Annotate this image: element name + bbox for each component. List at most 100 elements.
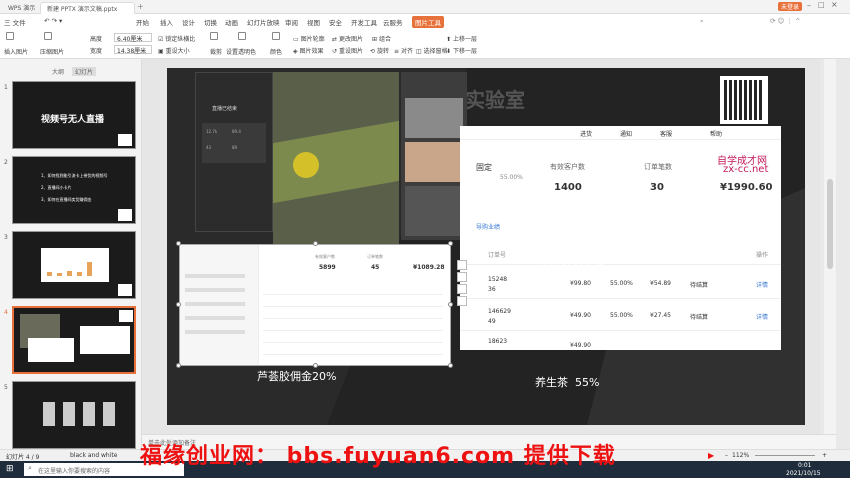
clock-time: 0:01 bbox=[798, 462, 812, 469]
slide-counter: 幻灯片 4 / 9 bbox=[6, 454, 40, 461]
pic-effect-button[interactable]: ◈ 图片效果 bbox=[293, 46, 324, 55]
tab-document[interactable]: 新建 PPTX 演示文稿.pptx bbox=[40, 2, 135, 14]
height-input[interactable]: 6.40厘米 bbox=[114, 33, 152, 43]
slide-number: 4 bbox=[4, 309, 8, 316]
compress-icon bbox=[44, 32, 52, 40]
cell-detail-link[interactable]: 详情 bbox=[756, 312, 768, 321]
slide-line: 1、如何找到能引流卡上带货的视频号 bbox=[41, 173, 108, 178]
phone-image bbox=[83, 402, 95, 426]
send-down-button[interactable]: ⬇ 下移一层 bbox=[446, 46, 477, 55]
search-icon[interactable]: ⌕ bbox=[700, 17, 704, 26]
crop-button[interactable] bbox=[210, 32, 218, 40]
menu-security[interactable]: 安全 bbox=[329, 17, 342, 27]
menu-developer[interactable]: 开发工具 bbox=[351, 17, 377, 27]
align-label: 对齐 bbox=[400, 48, 413, 55]
menu-animation[interactable]: 动画 bbox=[225, 17, 238, 27]
tab-slides[interactable]: 幻灯片 bbox=[72, 67, 97, 76]
tab-outline[interactable]: 大纲 bbox=[52, 67, 64, 76]
resize-handle[interactable] bbox=[176, 302, 181, 307]
menu-view[interactable]: 视图 bbox=[307, 17, 320, 27]
file-menu[interactable]: 三 文件 bbox=[4, 17, 26, 27]
menu-insert[interactable]: 插入 bbox=[160, 17, 173, 27]
menu-review[interactable]: 审阅 bbox=[285, 17, 298, 27]
minimize-icon[interactable]: – bbox=[807, 1, 811, 10]
sync-icon[interactable]: ⟳ ☺ ⋮ ^ bbox=[770, 17, 800, 25]
resize-handle[interactable] bbox=[313, 241, 318, 246]
undo-icon[interactable]: ↶ ↷ ▾ bbox=[44, 17, 62, 25]
slide-thumbnail-4[interactable] bbox=[12, 306, 136, 374]
cell-detail-link[interactable]: 详情 bbox=[756, 280, 768, 289]
menu-cloud[interactable]: 云服务 bbox=[383, 17, 403, 27]
tool-purchase[interactable]: 进货 bbox=[580, 129, 592, 138]
stat-label-customers: 有效客户数 bbox=[550, 163, 585, 171]
zoom-out-icon[interactable]: – bbox=[725, 452, 728, 459]
stat-value-customers: 1400 bbox=[554, 182, 582, 193]
color-button[interactable] bbox=[272, 32, 280, 40]
menu-home[interactable]: 开始 bbox=[136, 17, 149, 27]
slide-line: 3、如何在直播间卖货赚佣金 bbox=[41, 197, 92, 202]
slide-thumbnail-5[interactable] bbox=[12, 381, 136, 449]
bring-up-button[interactable]: ⬆ 上移一层 bbox=[446, 34, 477, 43]
scroll-thumb[interactable] bbox=[827, 179, 833, 269]
zoom-slider[interactable] bbox=[755, 455, 815, 456]
change-pic-label: 更改图片 bbox=[338, 36, 363, 43]
login-badge[interactable]: 未登录 bbox=[778, 2, 803, 11]
slide-thumbnail-3[interactable] bbox=[12, 231, 136, 299]
transparent-button[interactable] bbox=[238, 32, 246, 40]
float-toolbar bbox=[457, 260, 467, 306]
reset-pic-button[interactable]: ↺ 重设图片 bbox=[332, 46, 363, 55]
width-input[interactable]: 14.38厘米 bbox=[114, 45, 152, 55]
pic-outline-button[interactable]: ▭ 图片轮廓 bbox=[293, 34, 325, 43]
filter-label[interactable]: 导购业绩 bbox=[476, 222, 500, 231]
rotate-button[interactable]: ⟲ 旋转 bbox=[370, 46, 389, 55]
screenshot-image bbox=[80, 326, 130, 354]
select-pane-button[interactable]: ◫ 选择窗格 bbox=[416, 46, 448, 55]
menu-slideshow[interactable]: 幻灯片放映 bbox=[247, 17, 280, 27]
qr-code bbox=[720, 76, 768, 124]
stat-value: 12.7k bbox=[206, 129, 218, 134]
layout-icon[interactable] bbox=[457, 260, 467, 270]
windows-start-icon[interactable]: ⊞ bbox=[6, 464, 14, 474]
crop-icon[interactable] bbox=[457, 272, 467, 282]
zoom-icon[interactable] bbox=[457, 296, 467, 306]
tool-service[interactable]: 客服 bbox=[660, 129, 672, 138]
maximize-icon[interactable]: □ bbox=[818, 1, 825, 9]
zoom-level[interactable]: 112% bbox=[732, 452, 749, 459]
group-button[interactable]: ⊞ 组合 bbox=[372, 34, 391, 43]
slide-number: 3 bbox=[4, 234, 8, 241]
tool-help[interactable]: 帮助 bbox=[710, 129, 722, 138]
slide-thumbnail-2[interactable]: 1、如何找到能引流卡上带货的视频号 2、直播间小卡片 3、如何在直播间卖货赚佣金 bbox=[12, 156, 136, 224]
lock-ratio-label: 锁定纵横比 bbox=[165, 36, 196, 43]
menu-transition[interactable]: 切换 bbox=[204, 17, 217, 27]
vertical-scrollbar[interactable] bbox=[824, 59, 836, 434]
tab-wps[interactable]: WPS 演示 bbox=[2, 2, 41, 14]
tool-notice[interactable]: 通知 bbox=[620, 129, 632, 138]
play-icon[interactable]: ▶ bbox=[708, 451, 714, 460]
cell-rate: 55.00% bbox=[610, 280, 633, 287]
slide-thumbnail-1[interactable]: 视频号无人直播 bbox=[12, 81, 136, 149]
stat-value-orders: 30 bbox=[650, 182, 664, 193]
resize-handle[interactable] bbox=[448, 302, 453, 307]
insert-picture-button[interactable] bbox=[6, 32, 14, 40]
align-button[interactable]: ≡ 对齐 bbox=[394, 46, 413, 55]
resize-handle[interactable] bbox=[448, 241, 453, 246]
resize-handle[interactable] bbox=[176, 241, 181, 246]
change-pic-button[interactable]: ⇄ 更改图片 bbox=[332, 34, 363, 43]
resize-handle[interactable] bbox=[448, 363, 453, 368]
new-tab-icon[interactable]: + bbox=[137, 2, 144, 11]
menu-design[interactable]: 设计 bbox=[182, 17, 195, 27]
search-icon: ⌕ bbox=[28, 464, 32, 472]
cell-status: 待结算 bbox=[690, 314, 709, 321]
menu-picture-tools[interactable]: 图片工具 bbox=[412, 16, 444, 28]
current-slide[interactable]: 花实验室 直播已结束 12.7k 89.4 43 89 进货 通知 客服 帮助 … bbox=[167, 68, 805, 425]
resize-handle[interactable] bbox=[176, 363, 181, 368]
zoom-in-icon[interactable]: + bbox=[822, 452, 827, 459]
cell-amount: ¥49.90 bbox=[570, 312, 591, 319]
reset-size-button[interactable]: ▣ 重设大小 bbox=[158, 46, 190, 55]
compress-button[interactable] bbox=[44, 32, 52, 40]
style-icon[interactable] bbox=[457, 284, 467, 294]
lock-ratio-checkbox[interactable]: ☑ 锁定纵横比 bbox=[158, 34, 195, 43]
close-icon[interactable]: × bbox=[831, 0, 838, 9]
cell-status: 待结算 bbox=[690, 282, 709, 289]
cell-fee: ¥27.45 bbox=[650, 312, 671, 319]
